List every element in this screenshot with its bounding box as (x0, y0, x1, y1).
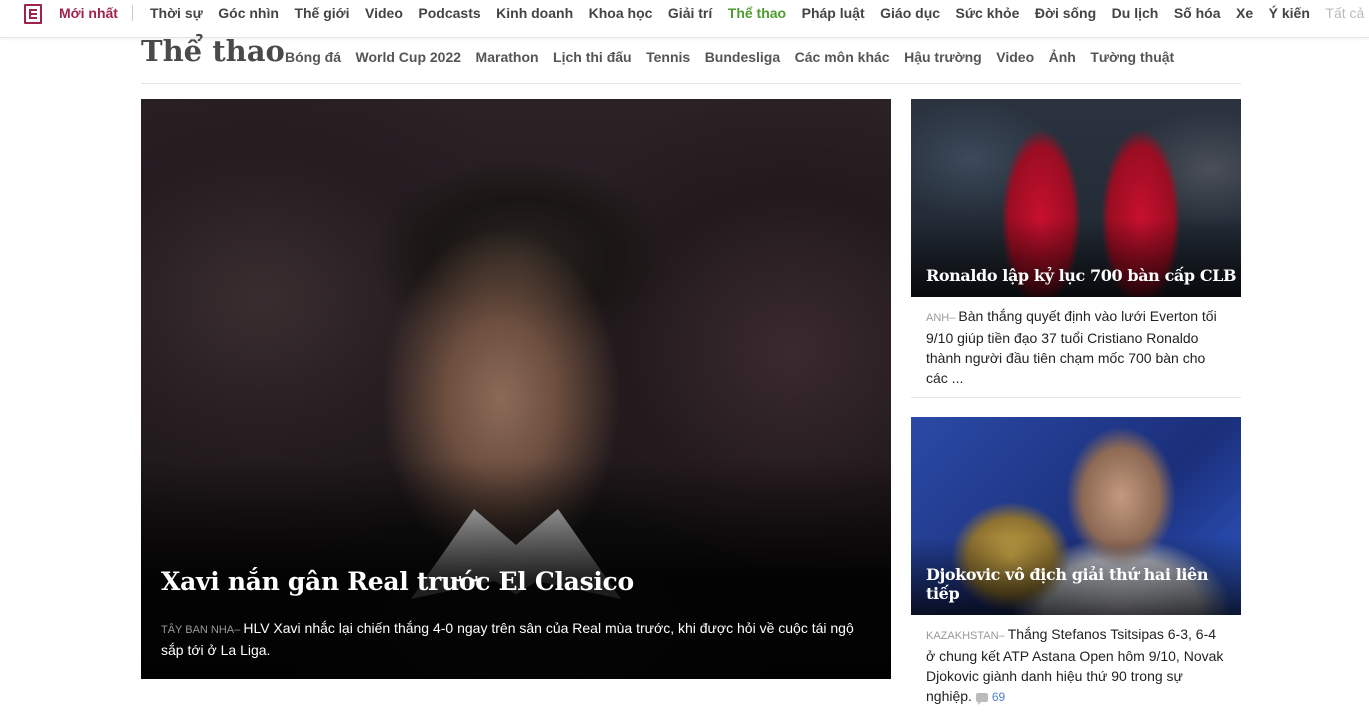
location-dash: – (998, 630, 1008, 642)
side-article-image[interactable]: Ronaldo lập kỷ lục 700 bàn cấp CLB (911, 99, 1241, 297)
nav-item-du-lich[interactable]: Du lịch (1112, 5, 1159, 21)
nav-item-phap-luat[interactable]: Pháp luật (802, 5, 865, 21)
top-navigation: Mới nhất Thời sự Góc nhìn Thế giới Video… (0, 0, 1369, 38)
subnav-item-world-cup-2022[interactable]: World Cup 2022 (356, 49, 462, 65)
feature-title[interactable]: Xavi nắn gân Real trước El Clasico (161, 567, 634, 596)
subnav-item-marathon[interactable]: Marathon (476, 49, 539, 65)
nav-item-the-thao[interactable]: Thể thao (728, 5, 786, 21)
nav-item-the-gioi[interactable]: Thế giới (294, 5, 349, 21)
nav-item-giao-duc[interactable]: Giáo dục (880, 5, 940, 21)
vnexpress-logo-icon[interactable] (24, 4, 42, 24)
nav-item-kinh-doanh[interactable]: Kinh doanh (496, 5, 573, 21)
section-title[interactable]: Thể thao (141, 34, 285, 68)
nav-divider (132, 5, 133, 21)
side-article-desc-text: Bàn thắng quyết định vào lưới Everton tố… (926, 308, 1217, 386)
side-article-title[interactable]: Djokovic vô địch giải thứ hai liên tiếp (926, 565, 1241, 603)
comment-icon (975, 693, 988, 705)
nav-latest[interactable]: Mới nhất (59, 5, 118, 21)
subnav-item-anh[interactable]: Ảnh (1049, 49, 1076, 65)
subnav-item-tennis[interactable]: Tennis (646, 49, 690, 65)
nav-item-all[interactable]: Tất cả (1325, 5, 1364, 21)
comment-count: 69 (991, 690, 1006, 704)
subnav-item-hau-truong[interactable]: Hậu trường (904, 49, 982, 65)
side-article-location: Kazakhstan (926, 630, 999, 642)
nav-item-giai-tri[interactable]: Giải trí (668, 5, 712, 21)
comment-count-link[interactable]: 69 (975, 690, 1006, 705)
nav-item-y-kien[interactable]: Ý kiến (1269, 5, 1310, 21)
nav-item-thoi-su[interactable]: Thời sự (150, 5, 203, 21)
feature-description: Tây Ban Nha– HLV Xavi nhắc lại chiến thắ… (161, 618, 871, 660)
nav-items: Thời sự Góc nhìn Thế giới Video Podcasts… (150, 5, 1369, 21)
side-article-ronaldo[interactable]: Ronaldo lập kỷ lục 700 bàn cấp CLB Anh– … (911, 99, 1241, 388)
subnav-item-lich-thi-dau[interactable]: Lịch thi đấu (553, 49, 632, 65)
subnav-item-bong-da[interactable]: Bóng đá (285, 49, 341, 65)
subnav-item-bundesliga[interactable]: Bundesliga (705, 49, 780, 65)
side-article-image[interactable]: Djokovic vô địch giải thứ hai liên tiếp (911, 417, 1241, 615)
side-article-description: Anh– Bàn thắng quyết định vào lưới Evert… (911, 297, 1241, 388)
card-gradient (911, 219, 1241, 297)
feature-desc-text: HLV Xavi nhắc lại chiến thắng 4-0 ngay t… (161, 620, 854, 658)
subnav-item-tuong-thuat[interactable]: Tường thuật (1090, 49, 1174, 65)
feature-location: Tây Ban Nha (161, 624, 235, 636)
side-article-title[interactable]: Ronaldo lập kỷ lục 700 bàn cấp CLB (926, 266, 1237, 285)
side-divider (911, 397, 1241, 398)
location-dash: – (234, 624, 244, 636)
nav-item-suc-khoe[interactable]: Sức khỏe (956, 5, 1020, 21)
subnav-item-cac-mon-khac[interactable]: Các môn khác (795, 49, 890, 65)
nav-item-xe[interactable]: Xe (1236, 5, 1253, 21)
nav-item-doi-song[interactable]: Đời sống (1035, 5, 1096, 21)
nav-item-video[interactable]: Video (365, 5, 403, 21)
nav-item-khoa-hoc[interactable]: Khoa học (589, 5, 653, 21)
side-article-description: Kazakhstan– Thắng Stefanos Tsitsipas 6-3… (911, 615, 1241, 707)
nav-item-so-hoa[interactable]: Số hóa (1174, 5, 1221, 21)
nav-item-goc-nhin[interactable]: Góc nhìn (218, 5, 279, 21)
section-subnav: Bóng đá World Cup 2022 Marathon Lịch thi… (285, 49, 1189, 65)
nav-item-podcasts[interactable]: Podcasts (418, 5, 480, 21)
side-article-location: Anh (926, 312, 950, 324)
section-divider (141, 83, 1241, 84)
subnav-item-video[interactable]: Video (996, 49, 1034, 65)
side-article-djokovic[interactable]: Djokovic vô địch giải thứ hai liên tiếp … (911, 417, 1241, 707)
feature-article[interactable]: Xavi nắn gân Real trước El Clasico Tây B… (141, 99, 891, 679)
